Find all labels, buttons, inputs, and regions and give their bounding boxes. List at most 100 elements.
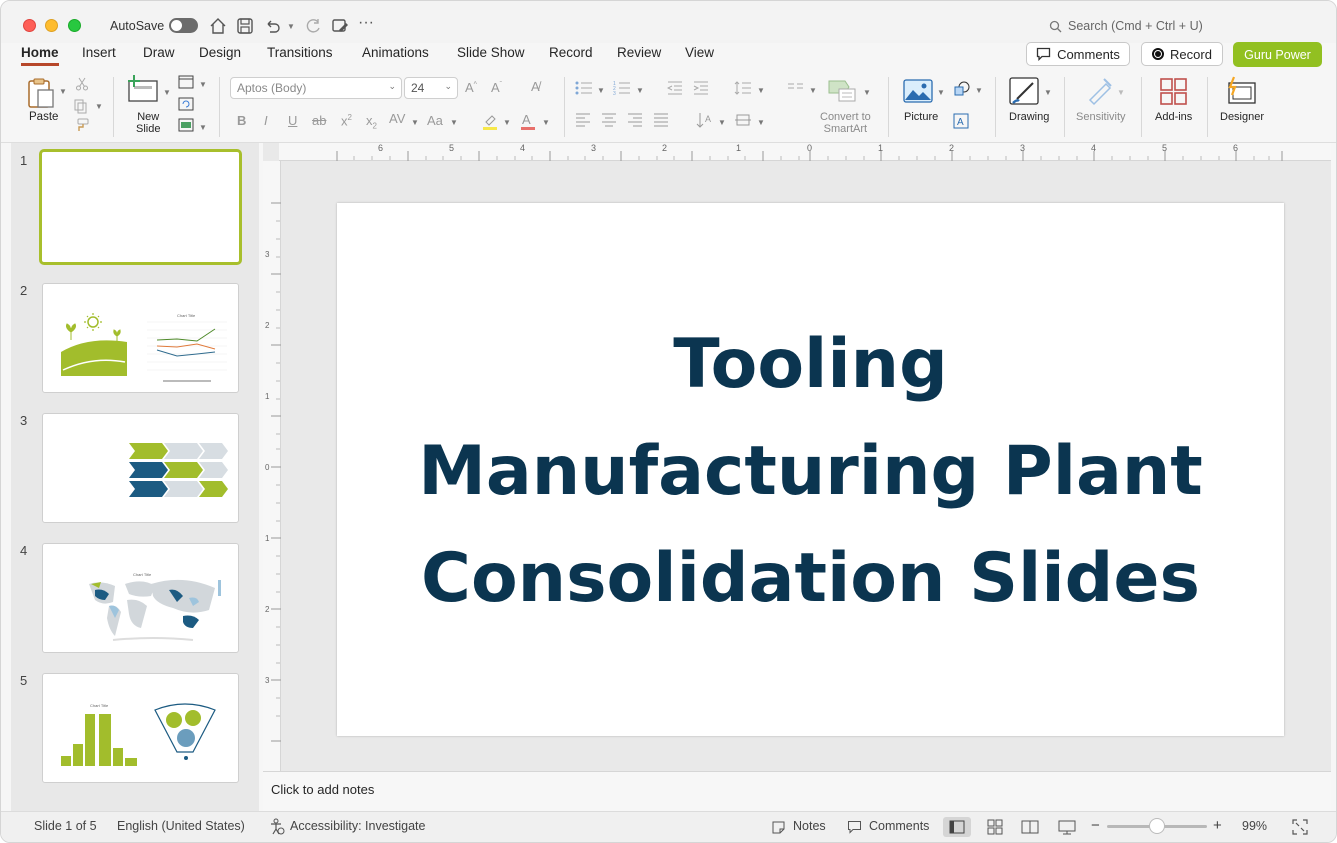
section-dropdown-icon[interactable]: ▼ (199, 123, 207, 132)
line-spacing-icon[interactable] (734, 81, 752, 95)
tab-slide-show[interactable]: Slide Show (457, 45, 525, 60)
align-text-dropdown-icon[interactable]: ▼ (757, 118, 765, 127)
layout-dropdown-icon[interactable]: ▼ (199, 80, 207, 89)
sensitivity-icon[interactable] (1086, 76, 1114, 106)
font-size-select[interactable]: 24 ⌄ (404, 77, 458, 99)
drawing-dropdown-icon[interactable]: ▼ (1044, 88, 1052, 97)
subscript-icon[interactable]: x2 (366, 113, 377, 131)
section-icon[interactable] (178, 118, 194, 132)
accessibility-status[interactable]: Accessibility: Investigate (290, 819, 425, 833)
align-right-icon[interactable] (627, 113, 643, 127)
comments-status-icon[interactable] (847, 820, 862, 835)
strikethrough-icon[interactable]: ab (312, 113, 326, 128)
save-icon[interactable] (235, 16, 255, 36)
tab-view[interactable]: View (685, 45, 714, 60)
fit-to-window-icon[interactable] (1292, 819, 1308, 835)
numbering-dropdown-icon[interactable]: ▼ (636, 86, 644, 95)
reading-view-button[interactable] (1016, 817, 1044, 837)
slideshow-view-button[interactable] (1053, 817, 1081, 837)
highlight-dropdown-icon[interactable]: ▼ (503, 118, 511, 127)
bullets-dropdown-icon[interactable]: ▼ (597, 86, 605, 95)
justify-icon[interactable] (653, 113, 669, 127)
textbox-icon[interactable]: A (953, 113, 969, 129)
align-center-icon[interactable] (601, 113, 617, 127)
slide-thumbnail-1[interactable] (39, 149, 242, 265)
drawing-icon[interactable] (1009, 77, 1041, 107)
notes-pane[interactable]: Click to add notes (263, 771, 1331, 811)
slide-thumbnail-2[interactable]: Chart Title (42, 283, 239, 393)
notes-icon[interactable] (771, 820, 786, 835)
change-case-icon[interactable]: Aa (427, 113, 443, 128)
font-name-select[interactable]: Aptos (Body) ⌄ (230, 77, 402, 99)
font-color-icon[interactable]: A (519, 112, 537, 130)
font-color-dropdown-icon[interactable]: ▼ (542, 118, 550, 127)
italic-icon[interactable]: I (264, 113, 268, 128)
superscript-icon[interactable]: x2 (341, 113, 352, 128)
zoom-out-icon[interactable]: − (1091, 817, 1100, 834)
smartart-dropdown-icon[interactable]: ▼ (863, 88, 871, 97)
designer-icon[interactable] (1226, 75, 1258, 107)
decrease-font-size-icon[interactable]: Aˇ (491, 80, 502, 95)
clear-formatting-icon[interactable]: A̸ (531, 79, 540, 94)
undo-dropdown-icon[interactable]: ▼ (287, 22, 295, 31)
align-text-icon[interactable] (734, 112, 752, 128)
new-slide-icon[interactable] (126, 75, 160, 105)
home-icon[interactable] (208, 16, 228, 36)
zoom-level[interactable]: 99% (1242, 819, 1267, 833)
bullets-icon[interactable] (575, 81, 593, 95)
new-slide-dropdown-icon[interactable]: ▼ (163, 88, 171, 97)
accessibility-icon[interactable] (269, 818, 285, 836)
columns-icon[interactable] (787, 81, 805, 95)
numbering-icon[interactable]: 123 (613, 81, 631, 95)
close-window-button[interactable] (23, 19, 36, 32)
copy-icon[interactable] (73, 98, 89, 114)
picture-dropdown-icon[interactable]: ▼ (937, 88, 945, 97)
current-slide[interactable]: Tooling Manufacturing Plant Consolidatio… (337, 203, 1284, 736)
zoom-in-icon[interactable]: + (1213, 817, 1222, 834)
reset-slide-icon[interactable] (178, 97, 194, 111)
tab-home[interactable]: Home (21, 45, 59, 66)
slide-thumbnail-3[interactable] (42, 413, 239, 523)
tab-record[interactable]: Record (549, 45, 593, 60)
slide-thumbnails-panel[interactable]: 1 2 Chart Title 3 4 Chart Title 5 Chart … (11, 143, 259, 811)
increase-font-size-icon[interactable]: A^ (465, 80, 477, 95)
change-case-dropdown-icon[interactable]: ▼ (450, 118, 458, 127)
notes-toggle[interactable]: Notes (793, 819, 826, 833)
tab-design[interactable]: Design (199, 45, 241, 60)
columns-dropdown-icon[interactable]: ▼ (809, 86, 817, 95)
zoom-window-button[interactable] (68, 19, 81, 32)
slide-title[interactable]: Tooling Manufacturing Plant Consolidatio… (337, 311, 1284, 632)
comments-button[interactable]: Comments (1026, 42, 1130, 66)
search-box[interactable]: Search (Cmd + Ctrl + U) (1049, 19, 1203, 33)
slide-sorter-button[interactable] (981, 817, 1009, 837)
text-direction-icon[interactable]: A (696, 112, 714, 128)
comments-toggle[interactable]: Comments (869, 819, 929, 833)
tab-insert[interactable]: Insert (82, 45, 116, 60)
tab-draw[interactable]: Draw (143, 45, 175, 60)
slide-thumbnail-5[interactable]: Chart Title (42, 673, 239, 783)
redo-icon[interactable] (303, 16, 323, 36)
increase-indent-icon[interactable] (693, 81, 709, 95)
undo-icon[interactable] (263, 16, 283, 36)
record-button[interactable]: Record (1141, 42, 1223, 66)
shapes-dropdown-icon[interactable]: ▼ (975, 86, 983, 95)
slide-thumbnail-4[interactable]: Chart Title (42, 543, 239, 653)
highlight-icon[interactable] (481, 112, 499, 130)
language-status[interactable]: English (United States) (117, 819, 245, 833)
guru-power-button[interactable]: Guru Power (1233, 42, 1322, 67)
paste-icon[interactable] (25, 77, 57, 109)
addins-icon[interactable] (1159, 77, 1189, 107)
cut-icon[interactable] (75, 77, 89, 91)
autosave-toggle[interactable] (169, 18, 198, 33)
paste-dropdown-icon[interactable]: ▼ (59, 87, 67, 96)
sensitivity-dropdown-icon[interactable]: ▼ (1117, 88, 1125, 97)
decrease-indent-icon[interactable] (667, 81, 683, 95)
tab-transitions[interactable]: Transitions (267, 45, 333, 60)
shapes-icon[interactable] (953, 81, 971, 97)
text-direction-dropdown-icon[interactable]: ▼ (718, 118, 726, 127)
layout-icon[interactable] (178, 75, 194, 89)
normal-view-button[interactable] (943, 817, 971, 837)
zoom-slider-knob[interactable] (1149, 818, 1165, 834)
underline-icon[interactable]: U (288, 113, 297, 128)
smartart-icon[interactable] (827, 77, 859, 103)
